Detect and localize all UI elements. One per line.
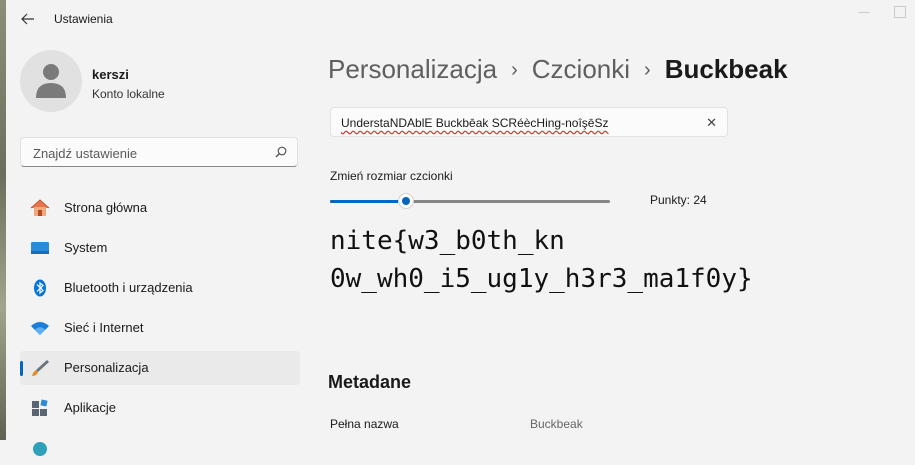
font-sample: nite{w3_b0th_kn 0w_wh0_i5_ug1y_h3r3_ma1f… [330,222,753,298]
title-bar: Ustawienia [6,0,915,38]
next-item-icon [33,442,47,456]
sidebar-item-home[interactable]: Strona główna [20,191,300,225]
sample-line-1: nite{w3_b0th_kn [330,226,565,256]
page-title: Buckbeak [664,54,788,84]
sidebar-item-label: Personalizacja [64,360,149,375]
preview-text-input[interactable]: UnderstaNDAblE Buckbēak SCRéècHing-noîşē… [330,107,728,137]
sample-line-2: 0w_wh0_i5_ug1y_h3r3_ma1f0y} [330,264,753,294]
slider-thumb[interactable] [397,193,414,209]
sidebar-item-bluetooth[interactable]: Bluetooth i urządzenia [20,271,300,305]
sidebar-item-apps[interactable]: Aplikacje [20,391,300,425]
sidebar-item-label: Aplikacje [64,400,117,415]
font-size-label: Zmień rozmiar czcionki [330,169,453,183]
chevron-right-icon: › [644,59,651,81]
apps-icon [32,399,48,416]
settings-window: Ustawienia kerszi Konto lokalne Strona g… [6,0,915,456]
monitor-icon [31,242,49,254]
chevron-right-icon: › [511,59,518,81]
breadcrumb: Personalizacja › Czcionki › Buckbeak [328,54,788,85]
person-icon [36,64,66,98]
metadata-heading: Metadane [328,372,412,392]
close-icon[interactable]: ✕ [706,115,717,131]
breadcrumb-fonts[interactable]: Czcionki [532,54,630,84]
sidebar-item-system[interactable]: System [20,231,300,265]
sidebar-item-label: Bluetooth i urządzenia [64,280,193,295]
sidebar-item-label: Strona główna [64,200,148,215]
wifi-icon [31,322,49,335]
paintbrush-icon [32,360,49,376]
selection-indicator [20,361,23,376]
maximize-button[interactable] [894,6,906,18]
full-name-label: Pełna nazwa [330,417,399,431]
account-type: Konto lokalne [92,87,165,101]
app-title: Ustawienia [54,12,113,26]
font-size-slider[interactable] [330,193,610,210]
points-value: Punkty: 24 [650,193,707,207]
back-button[interactable] [14,6,42,32]
slider-fill [330,200,406,203]
sidebar-item-label: Sieć i Internet [64,320,144,335]
settings-search[interactable] [20,137,298,167]
bluetooth-icon [34,279,46,297]
arrow-left-icon [21,13,34,25]
breadcrumb-personalization[interactable]: Personalizacja [328,54,497,84]
search-icon[interactable] [275,146,287,158]
search-input[interactable] [31,143,265,163]
home-icon [30,199,50,216]
sidebar-item-network[interactable]: Sieć i Internet [20,311,300,345]
avatar[interactable] [20,50,82,112]
preview-text[interactable]: UnderstaNDAblE Buckbēak SCRéècHing-noîşē… [341,116,608,130]
sidebar-item-next[interactable] [20,431,300,465]
full-name-value: Buckbeak [530,417,583,431]
user-name: kerszi [92,67,129,82]
sidebar-item-personalization[interactable]: Personalizacja [20,351,300,385]
sidebar-item-label: System [64,240,108,255]
minimize-button[interactable] [858,10,870,13]
